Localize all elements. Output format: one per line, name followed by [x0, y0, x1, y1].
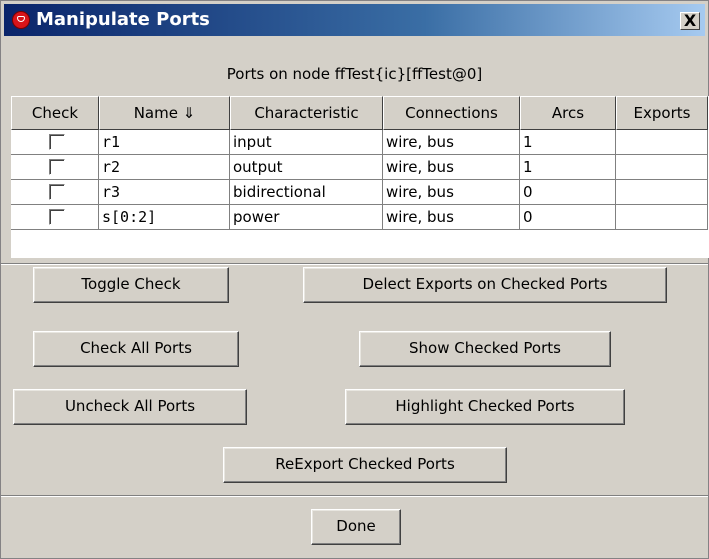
port-exports: [616, 180, 708, 205]
column-header-exports[interactable]: Exports: [616, 96, 708, 130]
uncheck-all-ports-button[interactable]: Uncheck All Ports: [13, 389, 247, 425]
port-connections: wire, bus: [383, 155, 520, 180]
port-characteristic: power: [230, 205, 383, 230]
port-name: r1: [99, 130, 230, 155]
title-bar[interactable]: Manipulate Ports X: [4, 4, 705, 36]
toggle-check-button[interactable]: Toggle Check: [33, 267, 229, 303]
show-checked-ports-button[interactable]: Show Checked Ports: [359, 331, 611, 367]
column-header-connections[interactable]: Connections: [383, 96, 520, 130]
window-title: Manipulate Ports: [36, 9, 210, 30]
port-arcs: 1: [520, 155, 616, 180]
port-name: r3: [99, 180, 230, 205]
port-arcs: 0: [520, 205, 616, 230]
column-header-arcs[interactable]: Arcs: [520, 96, 616, 130]
ports-table: Check Name ⇓ Characteristic Connections …: [11, 96, 709, 258]
port-name: s[0:2]: [99, 205, 230, 230]
column-header-name[interactable]: Name ⇓: [99, 96, 230, 130]
row-checkbox[interactable]: [49, 184, 65, 200]
port-exports: [616, 205, 708, 230]
done-button[interactable]: Done: [311, 509, 401, 545]
port-connections: wire, bus: [383, 205, 520, 230]
delect-exports-button[interactable]: Delect Exports on Checked Ports: [303, 267, 667, 303]
column-header-check[interactable]: Check: [11, 96, 99, 130]
footer-separator: [1, 495, 708, 497]
column-header-characteristic[interactable]: Characteristic: [230, 96, 383, 130]
port-characteristic: input: [230, 130, 383, 155]
reexport-checked-ports-button[interactable]: ReExport Checked Ports: [223, 447, 507, 483]
port-arcs: 0: [520, 180, 616, 205]
port-name: r2: [99, 155, 230, 180]
table-separator: [1, 263, 708, 265]
port-characteristic: bidirectional: [230, 180, 383, 205]
manipulate-ports-dialog: Manipulate Ports X Ports on node ffTest{…: [0, 0, 709, 559]
electric-app-icon: [12, 11, 30, 29]
row-checkbox[interactable]: [49, 159, 65, 175]
port-connections: wire, bus: [383, 180, 520, 205]
highlight-checked-ports-button[interactable]: Highlight Checked Ports: [345, 389, 625, 425]
port-arcs: 1: [520, 130, 616, 155]
port-exports: [616, 155, 708, 180]
port-characteristic: output: [230, 155, 383, 180]
node-subtitle: Ports on node ffTest{ic}[ffTest@0]: [226, 65, 483, 83]
close-button[interactable]: X: [680, 12, 700, 30]
port-exports: [616, 130, 708, 155]
close-icon: X: [683, 11, 697, 30]
row-checkbox[interactable]: [49, 134, 65, 150]
check-all-ports-button[interactable]: Check All Ports: [33, 331, 239, 367]
row-checkbox[interactable]: [49, 209, 65, 225]
port-connections: wire, bus: [383, 130, 520, 155]
